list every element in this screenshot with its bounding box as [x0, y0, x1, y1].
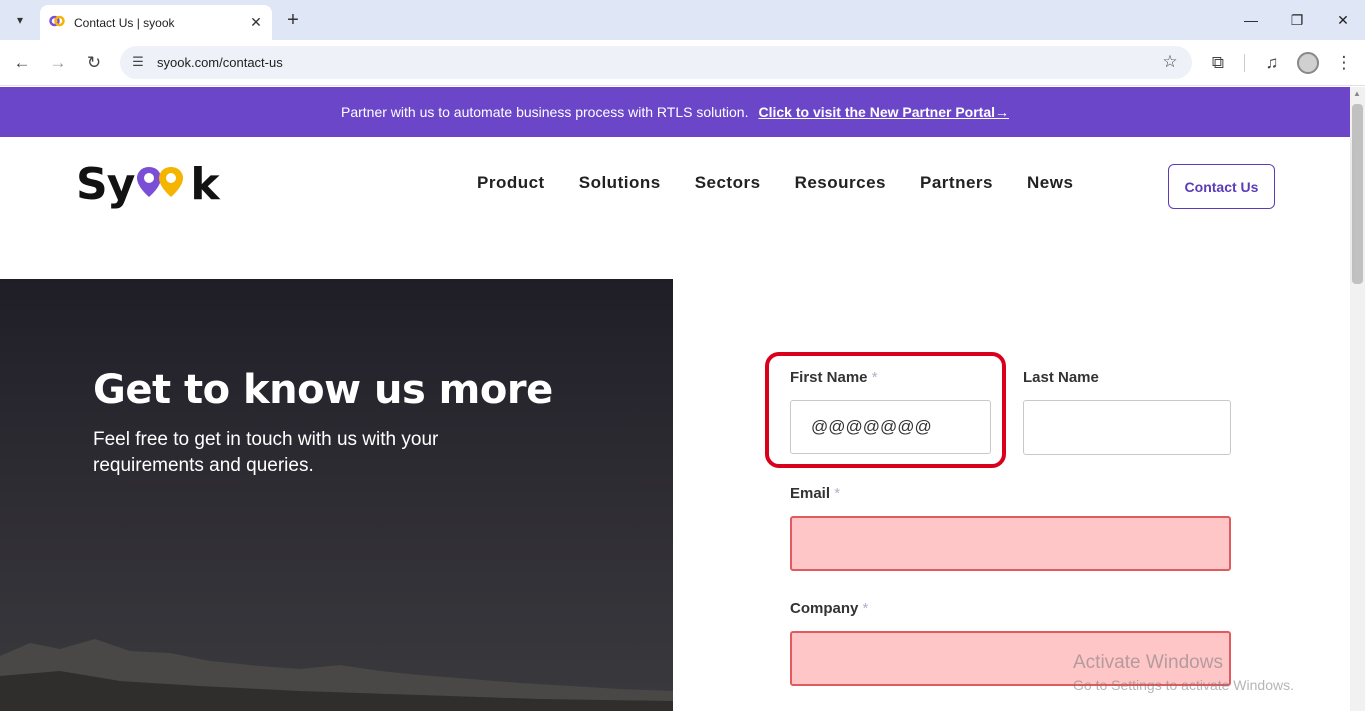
minimize-icon[interactable]: — [1239, 8, 1263, 32]
partner-portal-link[interactable]: Click to visit the New Partner Portal→ [758, 104, 1009, 120]
scroll-up-icon[interactable]: ▲ [1353, 89, 1361, 98]
tab-search-icon[interactable]: ▾ [8, 8, 32, 32]
mountain-silhouette [0, 639, 673, 711]
restore-icon[interactable]: ❐ [1285, 8, 1309, 32]
nav-product[interactable]: Product [477, 173, 545, 193]
required-mark: * [834, 485, 841, 502]
hero-title: Get to know us more [93, 367, 553, 413]
close-window-icon[interactable]: ✕ [1331, 8, 1355, 32]
nav-resources[interactable]: Resources [795, 173, 886, 193]
syook-logo[interactable]: Sy k [76, 158, 220, 210]
site-header: Sy k Product Solutions Sectors Resources… [0, 137, 1350, 279]
nav-sectors[interactable]: Sectors [695, 173, 761, 193]
hero-panel: Get to know us more Feel free to get in … [0, 279, 673, 711]
browser-toolbar: ← → ↻ ☰ syook.com/contact-us ☆ ⧉ ♫ ⋮ [0, 40, 1365, 86]
last-name-label: Last Name [1023, 369, 1099, 386]
scrollbar-thumb[interactable] [1352, 104, 1363, 284]
back-icon[interactable]: ← [10, 51, 34, 75]
email-label-text: Email [790, 485, 831, 502]
contact-us-button[interactable]: Contact Us [1168, 164, 1275, 209]
nav-partners[interactable]: Partners [920, 173, 993, 193]
tab-close-icon[interactable]: ✕ [246, 13, 266, 33]
new-tab-icon[interactable]: + [281, 8, 305, 32]
company-label-text: Company [790, 600, 859, 617]
address-bar[interactable]: ☰ syook.com/contact-us ☆ [120, 46, 1192, 79]
logo-text-sy: Sy [76, 158, 135, 210]
bookmark-star-icon[interactable]: ☆ [1160, 52, 1180, 72]
company-label: Company * [790, 600, 868, 617]
syook-favicon-icon [49, 15, 65, 31]
site-info-icon[interactable]: ☰ [128, 52, 148, 72]
required-mark: * [862, 600, 869, 617]
forward-icon[interactable]: → [46, 51, 70, 75]
menu-kebab-icon[interactable]: ⋮ [1332, 51, 1356, 75]
toolbar-divider [1244, 54, 1245, 72]
email-input[interactable] [790, 516, 1231, 571]
partner-banner: Partner with us to automate business pro… [0, 87, 1350, 137]
nav-news[interactable]: News [1027, 173, 1073, 193]
main-nav: Product Solutions Sectors Resources Part… [477, 173, 1107, 193]
media-control-icon[interactable]: ♫ [1260, 51, 1284, 75]
extensions-icon[interactable]: ⧉ [1206, 51, 1230, 75]
tab-strip: ▾ Contact Us | syook ✕ + — ❐ ✕ [0, 0, 1365, 40]
tab-title: Contact Us | syook [74, 15, 175, 30]
last-name-input[interactable] [1023, 400, 1231, 455]
logo-text-k: k [190, 158, 219, 210]
nav-solutions[interactable]: Solutions [579, 173, 661, 193]
email-label: Email * [790, 485, 840, 502]
url-text[interactable]: syook.com/contact-us [157, 55, 283, 70]
logo-pins-icon [137, 167, 184, 197]
windows-watermark-subtitle: Go to Settings to activate Windows. [1073, 677, 1294, 693]
windows-watermark-title: Activate Windows [1073, 652, 1223, 673]
first-name-highlight [765, 352, 1006, 468]
profile-avatar[interactable] [1297, 52, 1319, 74]
hero-subtitle: Feel free to get in touch with us with y… [93, 429, 439, 476]
banner-text: Partner with us to automate business pro… [340, 104, 749, 120]
reload-icon[interactable]: ↻ [82, 51, 106, 75]
browser-tab[interactable]: Contact Us | syook ✕ [40, 5, 272, 40]
